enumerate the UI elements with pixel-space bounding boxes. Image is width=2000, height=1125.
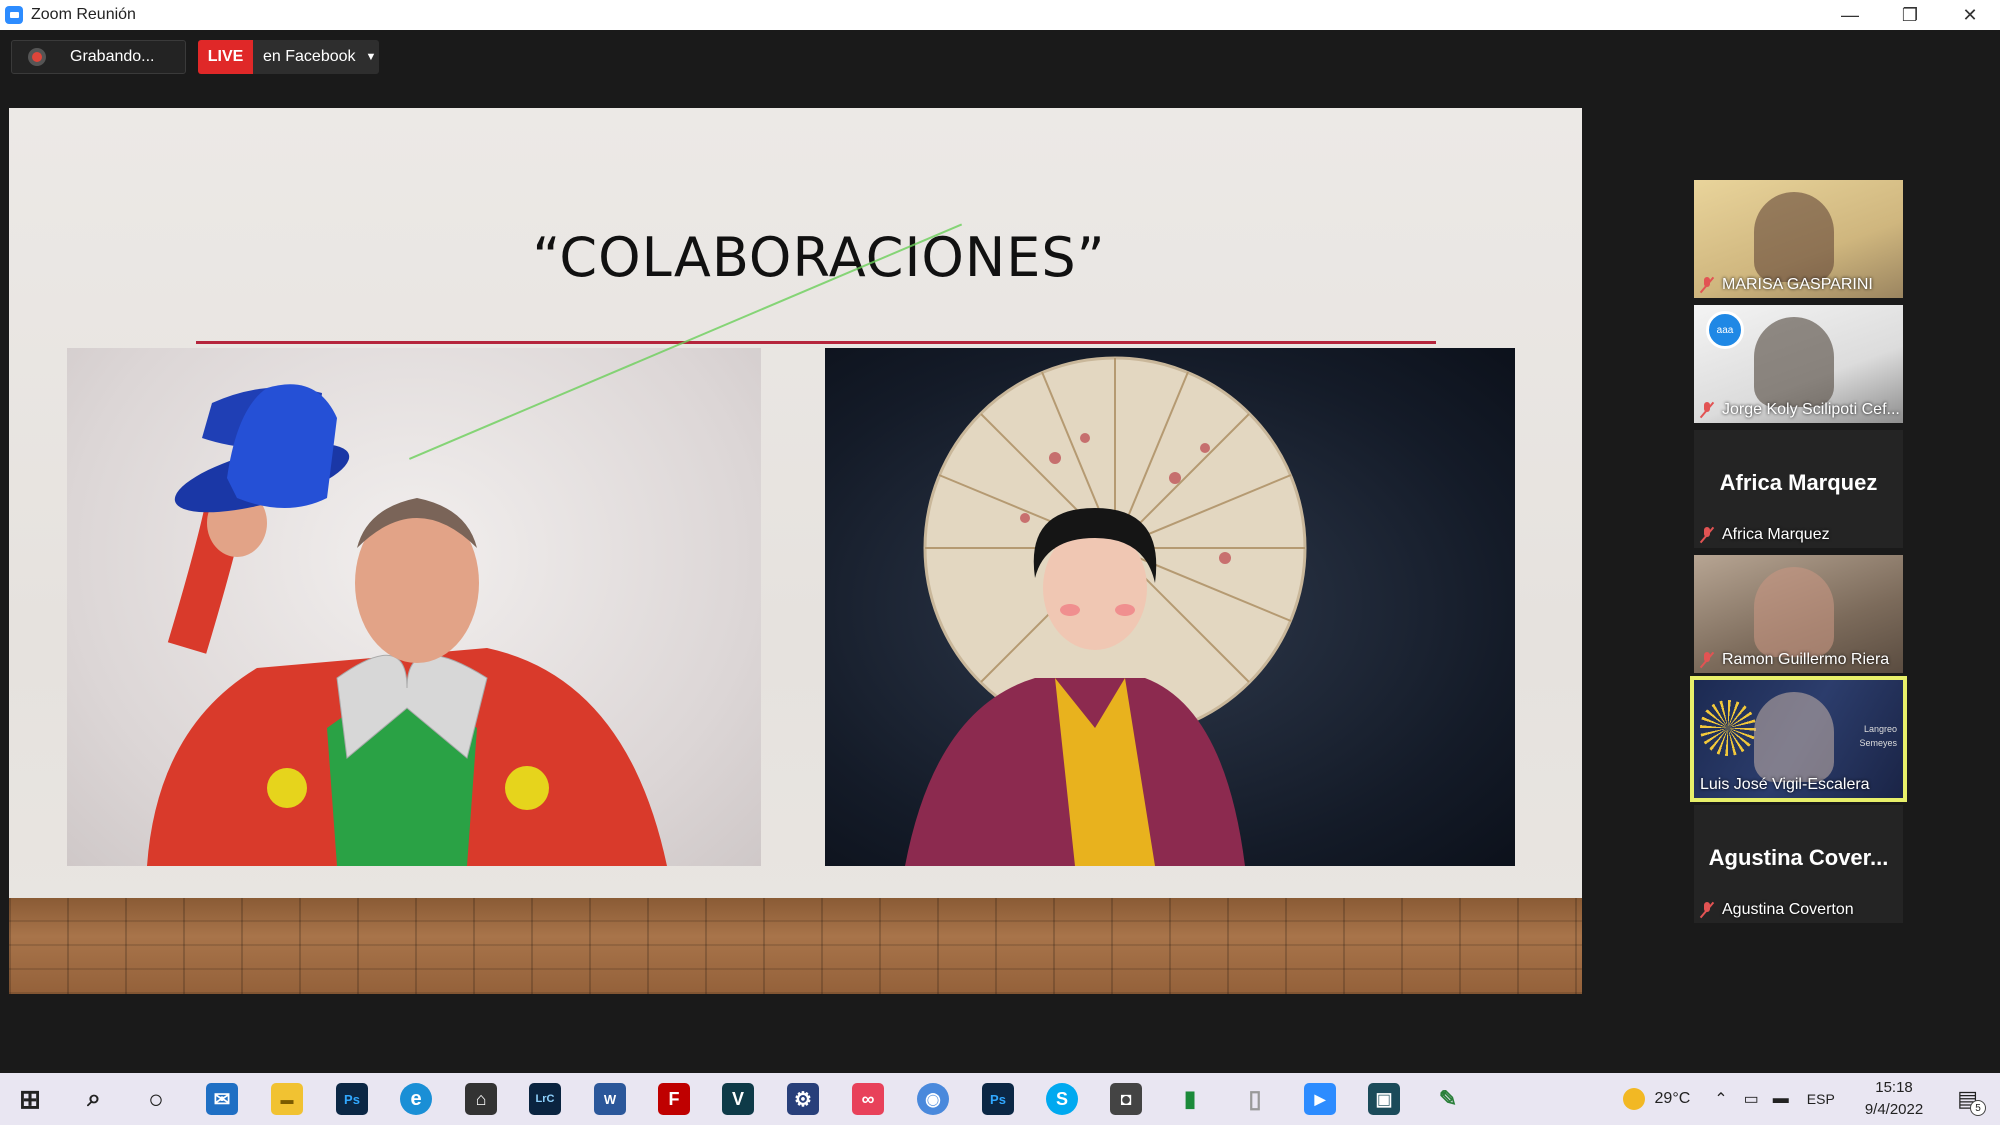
- participant-name: Ramon Guillermo Riera: [1700, 651, 1889, 669]
- clown-photo: [67, 348, 761, 866]
- clown-illustration: [147, 384, 667, 866]
- file-explorer-icon[interactable]: ▬: [271, 1083, 303, 1115]
- participant-tile[interactable]: MARISA GASPARINI: [1694, 180, 1903, 298]
- settings-icon[interactable]: ⚙: [787, 1083, 819, 1115]
- participant-name: MARISA GASPARINI: [1700, 276, 1873, 294]
- participant-tile-active-speaker[interactable]: Langreo Semeyes Luis José Vigil-Escalera: [1690, 676, 1907, 802]
- participant-tile[interactable]: aaa Jorge Koly Scilipoti Cef...: [1694, 305, 1903, 423]
- zoom-app-icon: [5, 6, 23, 24]
- notification-count: 5: [1970, 1100, 1986, 1116]
- window-controls: — ❐ ✕: [1820, 0, 2000, 30]
- language-indicator[interactable]: ESP: [1807, 1091, 1835, 1107]
- participant-name: Jorge Koly Scilipoti Cef...: [1700, 401, 1900, 419]
- mail-icon[interactable]: ✉: [206, 1083, 238, 1115]
- slide-title: “COLABORACIONES”: [532, 226, 1106, 289]
- participant-tile[interactable]: Agustina Cover... Agustina Coverton: [1694, 805, 1903, 923]
- system-tray: 29°C ⌃ ▭ ▬ ESP 15:18 9/4/2022 ▤ 5: [1622, 1073, 2000, 1125]
- minimize-button[interactable]: —: [1820, 0, 1880, 30]
- live-destination-label: en Facebook: [263, 48, 356, 65]
- slide-wood-floor: [9, 898, 1582, 994]
- live-stream-indicator[interactable]: LIVE en Facebook ▼: [198, 40, 379, 74]
- chevron-up-icon[interactable]: ⌃: [1714, 1089, 1727, 1109]
- close-button[interactable]: ✕: [1940, 0, 2000, 30]
- lightroom-classic-icon[interactable]: LrC: [529, 1083, 561, 1115]
- live-destination-dropdown[interactable]: en Facebook ▼: [253, 40, 379, 74]
- screen-app-icon[interactable]: ▣: [1368, 1083, 1400, 1115]
- participant-display-name: Africa Marquez: [1719, 470, 1878, 495]
- umbrella-illustration: [905, 356, 1307, 866]
- mic-muted-icon: [1700, 902, 1714, 918]
- zoom-icon[interactable]: ▶: [1304, 1083, 1336, 1115]
- windows-taskbar: ⊞ ⌕ ○ ✉ ▬ Ps e ⌂ LrC W F V ⚙ ∞ ◉ Ps S ◘ …: [0, 1073, 2000, 1125]
- skype-icon[interactable]: S: [1046, 1083, 1078, 1115]
- participant-video: [1754, 317, 1834, 407]
- recording-label: Grabando...: [70, 48, 155, 65]
- word-icon[interactable]: W: [594, 1083, 626, 1115]
- notifications-icon[interactable]: ▤ 5: [1957, 1086, 1986, 1116]
- creative-cloud-icon[interactable]: ∞: [852, 1083, 884, 1115]
- edge-icon[interactable]: e: [400, 1083, 432, 1115]
- shared-screen-slide: “COLABORACIONES”: [9, 108, 1582, 994]
- meeting-area: Grabando... LIVE en Facebook ▼ “COLABORA…: [0, 30, 2000, 1073]
- sunburst-logo-icon: [1700, 700, 1756, 756]
- record-icon: [28, 48, 46, 66]
- video-overlay-text: Langreo Semeyes: [1859, 724, 1897, 748]
- network-icon[interactable]: ▭: [1744, 1089, 1759, 1109]
- mic-muted-icon: [1700, 402, 1714, 418]
- window-titlebar: Zoom Reunión — ❐ ✕: [0, 0, 2000, 30]
- clock-date: 9/4/2022: [1864, 1101, 1924, 1118]
- participant-video: [1754, 692, 1834, 782]
- participant-name: Luis José Vigil-Escalera: [1700, 776, 1870, 793]
- participant-video: [1754, 192, 1834, 282]
- participant-name: Agustina Coverton: [1700, 901, 1854, 919]
- battery-icon[interactable]: ▬: [1773, 1090, 1789, 1108]
- cortana-icon[interactable]: ○: [140, 1083, 172, 1115]
- mic-muted-icon: [1700, 652, 1714, 668]
- umbrella-photo: [825, 348, 1515, 866]
- window-title: Zoom Reunión: [31, 6, 136, 23]
- participant-tile[interactable]: Ramon Guillermo Riera: [1694, 555, 1903, 673]
- clock-time: 15:18: [1875, 1079, 1913, 1096]
- recording-indicator[interactable]: Grabando...: [11, 40, 186, 74]
- camera-icon[interactable]: ◘: [1110, 1083, 1142, 1115]
- photoshop-icon[interactable]: Ps: [982, 1083, 1014, 1115]
- notepad-icon[interactable]: ▯: [1239, 1083, 1271, 1115]
- org-logo-icon: aaa: [1706, 311, 1744, 349]
- slide-accent-line: [196, 341, 1436, 344]
- caret-down-icon: ▼: [365, 51, 377, 63]
- paint-app-icon[interactable]: ✎: [1432, 1083, 1464, 1115]
- vegas-icon[interactable]: V: [722, 1083, 754, 1115]
- clock[interactable]: 15:18 9/4/2022: [1865, 1077, 1923, 1121]
- participant-display-name: Agustina Cover...: [1708, 845, 1889, 870]
- store-icon[interactable]: ⌂: [465, 1083, 497, 1115]
- restore-button[interactable]: ❐: [1880, 0, 1940, 30]
- filezilla-icon[interactable]: F: [658, 1083, 690, 1115]
- photoshop-icon[interactable]: Ps: [336, 1083, 368, 1115]
- participant-video: [1754, 567, 1834, 657]
- participant-name: Africa Marquez: [1700, 526, 1830, 544]
- start-icon[interactable]: ⊞: [14, 1083, 46, 1115]
- mic-muted-icon: [1700, 277, 1714, 293]
- charts-app-icon[interactable]: ▮: [1174, 1083, 1206, 1115]
- weather-temperature[interactable]: 29°C: [1655, 1090, 1691, 1108]
- chrome-icon[interactable]: ◉: [917, 1083, 949, 1115]
- weather-icon[interactable]: [1622, 1088, 1645, 1110]
- search-icon[interactable]: ⌕: [78, 1083, 110, 1115]
- live-badge: LIVE: [198, 40, 253, 74]
- mic-muted-icon: [1700, 527, 1714, 543]
- participant-tile[interactable]: Africa Marquez Africa Marquez: [1694, 430, 1903, 548]
